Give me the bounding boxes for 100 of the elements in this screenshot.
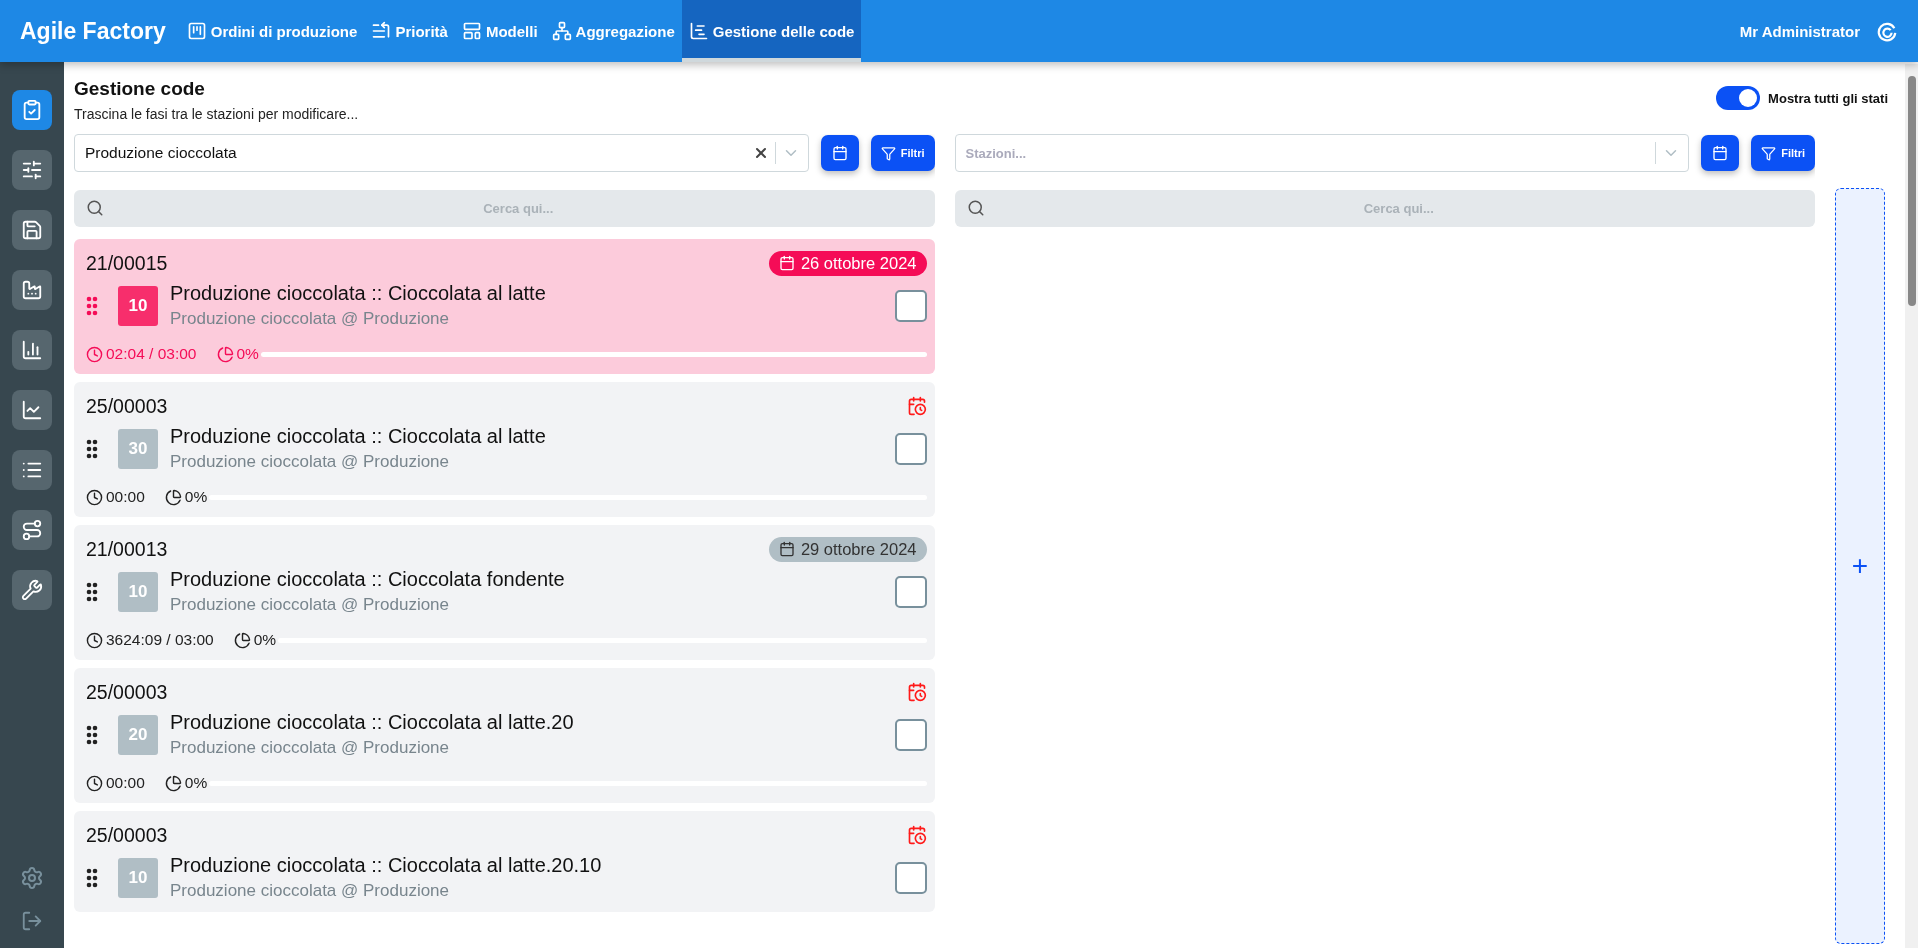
pie-chart-icon [216, 345, 234, 363]
order-number: 21/00013 [86, 537, 168, 561]
filter-icon [1761, 145, 1777, 161]
task-card[interactable]: 25/00003 10 Produzione cioccolata :: Cioccolata al latte.20.10 Produzione cioccolata @ Produzione [74, 811, 935, 912]
select-field[interactable]: Produzione cioccolata [74, 134, 809, 172]
wrench-icon [21, 579, 43, 601]
calendar-button[interactable] [820, 135, 859, 171]
task-subtitle: Produzione cioccolata @ Produzione [170, 595, 451, 615]
filter-button[interactable]: Filtri [870, 135, 935, 171]
checkbox[interactable] [894, 289, 927, 322]
nav-tab[interactable]: Gestione delle code [681, 0, 862, 62]
sliders-icon [21, 159, 43, 181]
scrollbar[interactable] [1905, 64, 1918, 948]
task-title: Produzione cioccolata :: Cioccolata al latte.20.10 [170, 854, 603, 877]
search-icon [86, 199, 104, 217]
clock-icon [86, 345, 103, 363]
nav-tab[interactable]: Ordini di produzione [179, 0, 365, 62]
layout-icon [461, 21, 482, 41]
pie-chart-icon [164, 488, 182, 506]
clock-icon [86, 631, 103, 649]
user-name[interactable]: Mr Administrator [1739, 22, 1860, 40]
checkbox[interactable] [894, 718, 927, 751]
nav-tab[interactable]: Priorità [364, 0, 455, 62]
kanban-icon [186, 21, 207, 41]
sidebar-button[interactable] [12, 150, 52, 190]
network-icon [551, 21, 572, 41]
step-number: 10 [118, 571, 158, 612]
clock-icon [86, 774, 103, 792]
user-avatar-icon[interactable] [1876, 20, 1898, 42]
calendar-button[interactable] [1701, 135, 1740, 171]
task-card[interactable]: 21/00013 29 ottobre 2024 10 Produzione cioccolata :: Cioccolata fondente Produzione cioccolata @ Produzione 3624:09 / 03:00 0% [74, 525, 935, 660]
step-number: 20 [118, 714, 158, 755]
task-subtitle: Produzione cioccolata @ Produzione [170, 881, 451, 901]
page-title: Gestione code [74, 78, 206, 100]
sidebar-button[interactable] [12, 90, 52, 130]
sidebar-button[interactable] [12, 270, 52, 310]
sidebar-button[interactable] [12, 570, 52, 610]
time-label: 00:00 [106, 774, 145, 792]
factory-icon [21, 279, 43, 301]
nav-tab[interactable]: Modelli [454, 0, 545, 62]
search-field[interactable]: Cerca qui... [74, 190, 935, 227]
add-column-button[interactable]: + [1835, 188, 1885, 944]
bar-chart-icon [21, 339, 43, 361]
clipboard-check-icon [21, 99, 43, 121]
task-title: Produzione cioccolata :: Cioccolata al latte.20 [170, 711, 575, 734]
task-card[interactable]: 21/00015 26 ottobre 2024 10 Produzione cioccolata :: Cioccolata al latte Produzione cioccolata @ Produzione 02:04 / 03:00 0% [74, 239, 935, 374]
time-label: 3624:09 / 03:00 [106, 631, 214, 649]
drag-handle-icon[interactable] [86, 581, 98, 602]
save-icon [21, 219, 43, 241]
drag-handle-icon[interactable] [86, 438, 98, 459]
app-title: Agile Factory [20, 17, 166, 45]
sidebar-button[interactable] [12, 390, 52, 430]
percent-label: 0% [236, 345, 259, 363]
calendar-alert-icon [906, 825, 927, 845]
step-number: 30 [118, 428, 158, 469]
calendar-icon [831, 145, 848, 161]
percent-label: 0% [253, 631, 277, 649]
search-field[interactable]: Cerca qui... [954, 190, 1815, 227]
calendar-icon [1712, 145, 1729, 161]
line-chart-icon [21, 399, 43, 421]
step-number: 10 [118, 857, 158, 898]
date-badge: 29 ottobre 2024 [768, 536, 927, 562]
step-number: 10 [118, 285, 158, 326]
checkbox[interactable] [894, 432, 927, 465]
route-icon [21, 519, 43, 541]
drag-handle-icon[interactable] [86, 867, 98, 888]
sidebar-button[interactable] [12, 330, 52, 370]
order-number: 25/00003 [86, 394, 168, 418]
task-subtitle: Produzione cioccolata @ Produzione [170, 309, 451, 329]
drag-handle-icon[interactable] [86, 724, 98, 745]
time-label: 00:00 [106, 488, 145, 506]
task-subtitle: Produzione cioccolata @ Produzione [170, 738, 451, 758]
task-title: Produzione cioccolata :: Cioccolata fondente [170, 568, 566, 591]
time-label: 02:04 / 03:00 [106, 345, 197, 363]
search-icon [966, 199, 985, 217]
filter-button[interactable]: Filtri [1751, 135, 1815, 171]
calendar-alert-icon [906, 682, 927, 702]
gantt-icon [688, 21, 709, 41]
checkbox[interactable] [894, 861, 927, 894]
pie-chart-icon [164, 774, 182, 792]
clock-icon [86, 488, 103, 506]
task-card[interactable]: 25/00003 30 Produzione cioccolata :: Cioccolata al latte Produzione cioccolata @ Produzione 00:00 0% [74, 382, 935, 517]
order-number: 21/00015 [86, 251, 168, 275]
checkbox[interactable] [894, 575, 927, 608]
calendar-alert-icon [906, 396, 927, 416]
percent-label: 0% [184, 774, 208, 792]
settings-button[interactable] [20, 866, 44, 890]
filter-icon [880, 145, 896, 161]
logout-button[interactable] [21, 910, 43, 932]
sidebar-button[interactable] [12, 210, 52, 250]
list-icon [371, 21, 392, 41]
sidebar-button[interactable] [12, 450, 52, 490]
drag-handle-icon[interactable] [86, 295, 98, 316]
nav-tab[interactable]: Aggregazione [544, 0, 682, 62]
task-card[interactable]: 25/00003 20 Produzione cioccolata :: Cioccolata al latte.20 Produzione cioccolata @ Produzione 00:00 0% [74, 668, 935, 803]
order-number: 25/00003 [86, 680, 168, 704]
toggle-switch[interactable] [1716, 86, 1761, 110]
order-number: 25/00003 [86, 823, 168, 847]
task-subtitle: Produzione cioccolata @ Produzione [170, 452, 451, 472]
sidebar-button[interactable] [12, 510, 52, 550]
